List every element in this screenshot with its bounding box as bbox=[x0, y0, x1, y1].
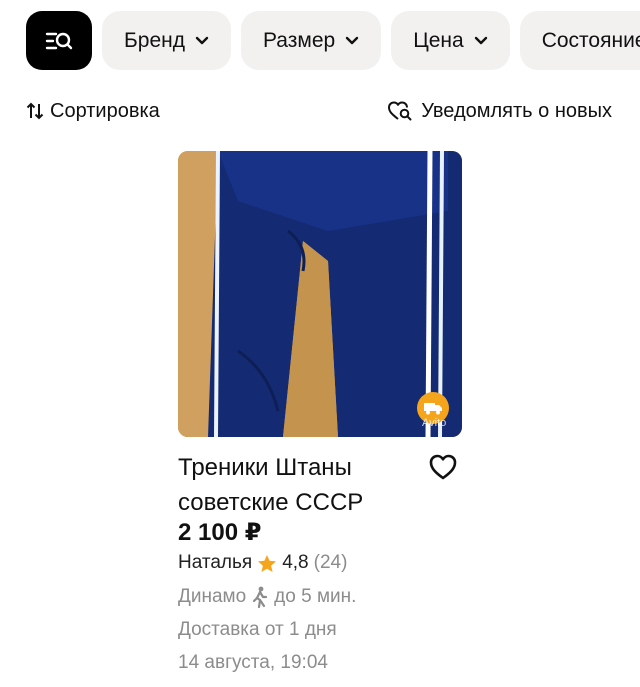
publish-date: 14 августа, 19:04 bbox=[178, 652, 328, 673]
walking-person-icon bbox=[253, 586, 268, 608]
product-title[interactable]: Треники Штаны советские СССР bbox=[178, 450, 418, 520]
sort-arrows-icon bbox=[26, 102, 44, 120]
seller-rating: 4,8 bbox=[282, 552, 309, 573]
filter-chip-label: Состояние bbox=[541, 28, 640, 52]
sort-label: Сортировка bbox=[50, 99, 160, 122]
heart-search-icon bbox=[388, 101, 412, 121]
heart-icon[interactable] bbox=[428, 453, 458, 481]
truck-icon bbox=[424, 403, 442, 415]
product-card[interactable]: Avito Треники Штаны советские СССР 2 100… bbox=[178, 151, 462, 673]
sort-button[interactable]: Сортировка bbox=[26, 97, 160, 125]
search-results-page: Бренд Размер Цена Состояние Сортировка У… bbox=[0, 0, 640, 687]
walk-time: до 5 мин. bbox=[274, 586, 357, 607]
notify-label: Уведомлять о новых bbox=[421, 99, 612, 122]
product-price: 2 100 ₽ bbox=[178, 519, 262, 546]
filter-chip-size[interactable]: Размер bbox=[241, 11, 382, 70]
location-info: Динамо до 5 мин. bbox=[178, 586, 356, 608]
chevron-down-icon bbox=[474, 36, 487, 44]
product-photo[interactable]: Avito bbox=[178, 151, 462, 437]
filter-chip-label: Бренд bbox=[124, 28, 185, 52]
filter-chip-brand[interactable]: Бренд bbox=[102, 11, 231, 70]
seller-info[interactable]: Наталья 4,8 (24) bbox=[178, 552, 347, 574]
star-icon bbox=[258, 554, 277, 572]
metro-station: Динамо bbox=[178, 586, 247, 607]
filter-chip-label: Цена bbox=[413, 28, 464, 52]
seller-name: Наталья bbox=[178, 552, 253, 573]
filter-search-icon bbox=[45, 32, 73, 49]
filter-chip-label: Размер bbox=[263, 28, 336, 52]
chevron-down-icon bbox=[345, 36, 359, 44]
delivery-info: Доставка от 1 дня bbox=[178, 619, 337, 640]
seller-reviews-count: (24) bbox=[313, 552, 348, 573]
notify-new-button[interactable]: Уведомлять о новых bbox=[387, 97, 612, 125]
filters-bar: Бренд Размер Цена Состояние bbox=[26, 11, 640, 70]
filter-chip-price[interactable]: Цена bbox=[391, 11, 510, 70]
filter-chip-condition[interactable]: Состояние bbox=[519, 11, 640, 70]
product-image bbox=[178, 151, 462, 437]
filters-menu-button[interactable] bbox=[26, 11, 92, 70]
chevron-down-icon bbox=[195, 36, 209, 44]
avito-watermark: Avito bbox=[422, 417, 447, 429]
